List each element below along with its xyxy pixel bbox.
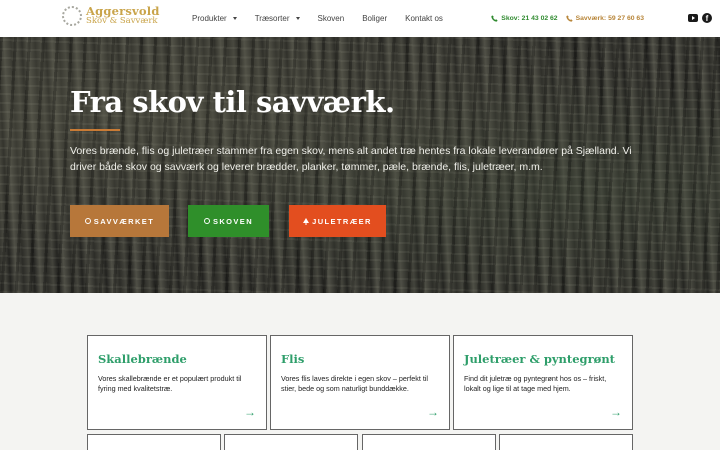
phone-skov-link[interactable]: Skov: 21 43 02 62 xyxy=(491,15,558,22)
card-next-row[interactable] xyxy=(362,434,496,450)
tree-icon xyxy=(303,217,310,225)
arrow-right-icon[interactable]: → xyxy=(244,405,256,419)
hero-divider xyxy=(70,129,120,131)
site-header: Aggersvold Skov & Savværk Produkter Træs… xyxy=(0,0,720,37)
nav-item-produkter[interactable]: Produkter xyxy=(192,14,237,23)
contact-bar: Skov: 21 43 02 62 Savværk: 59 27 60 63 xyxy=(491,0,652,37)
facebook-icon[interactable]: f xyxy=(702,13,712,23)
circle-arrow-icon xyxy=(203,218,210,224)
nav-item-boliger[interactable]: Boliger xyxy=(362,14,387,23)
social-links: f xyxy=(688,13,712,23)
circle-arrow-icon xyxy=(84,218,91,224)
card-title: Juletræer & pyntegrønt xyxy=(464,352,615,366)
card-text: Find dit juletræ og pyntegrønt hos os – … xyxy=(464,374,607,393)
nav-item-traesorter[interactable]: Træsorter xyxy=(255,14,300,23)
logo-icon xyxy=(62,6,82,26)
nav-item-skoven[interactable]: Skoven xyxy=(318,14,345,23)
phone-savvaerk-link[interactable]: Savværk: 59 27 60 63 xyxy=(565,15,644,22)
card-text: Vores skallebrænde er et populært produk… xyxy=(98,374,242,393)
hero-title: Fra skov til savværk. xyxy=(70,85,395,119)
card-skallebraende[interactable]: Skallebrænde Vores skallebrænde er et po… xyxy=(87,335,267,430)
skoven-button[interactable]: SKOVEN xyxy=(188,205,269,237)
juletraeer-button[interactable]: JULETRÆER xyxy=(289,205,386,237)
card-title: Flis xyxy=(281,352,305,366)
card-next-row[interactable] xyxy=(499,434,633,450)
hero-section: Fra skov til savværk. Vores brænde, flis… xyxy=(0,37,720,293)
main-nav: Produkter Træsorter Skoven Boliger Konta… xyxy=(192,0,461,37)
chevron-down-icon xyxy=(232,17,237,20)
logo-subtitle: Skov & Savværk xyxy=(86,16,158,26)
savvaerket-button[interactable]: SAVVÆRKET xyxy=(70,205,169,237)
product-cards: Skallebrænde Vores skallebrænde er et po… xyxy=(0,293,720,450)
arrow-right-icon[interactable]: → xyxy=(427,405,439,419)
card-next-row[interactable] xyxy=(87,434,221,450)
chevron-down-icon xyxy=(295,17,300,20)
card-text: Vores flis laves direkte i egen skov – p… xyxy=(281,374,429,393)
hero-text: Vores brænde, flis og juletræer stammer … xyxy=(70,145,632,173)
youtube-icon[interactable] xyxy=(688,14,698,22)
card-title: Skallebrænde xyxy=(98,352,187,366)
arrow-right-icon[interactable]: → xyxy=(610,405,622,419)
phone-icon xyxy=(491,15,498,22)
card-juletraeer[interactable]: Juletræer & pyntegrønt Find dit juletræ … xyxy=(453,335,633,430)
card-next-row[interactable] xyxy=(224,434,358,450)
logo-name: Aggersvold xyxy=(86,4,160,18)
phone-icon xyxy=(565,15,573,22)
logo[interactable]: Aggersvold Skov & Savværk xyxy=(62,4,160,26)
nav-item-kontakt[interactable]: Kontakt os xyxy=(405,14,443,23)
card-flis[interactable]: Flis Vores flis laves direkte i egen sko… xyxy=(270,335,450,430)
